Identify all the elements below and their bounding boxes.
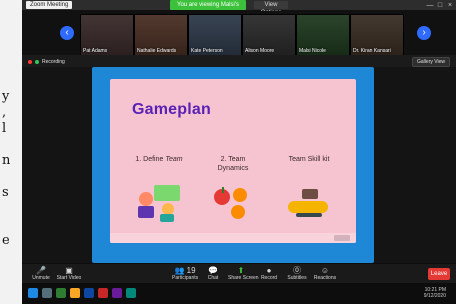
close-icon[interactable]: × bbox=[446, 2, 454, 9]
clock-date: 9/12/2020 bbox=[423, 293, 446, 299]
captions-icon: ⓪ bbox=[293, 266, 301, 275]
window-title: Zoom Meeting bbox=[26, 1, 73, 9]
toolbar-label: Subtitles bbox=[287, 275, 307, 281]
participants-count: 19 bbox=[186, 266, 196, 275]
participant-tile[interactable]: Dr. Kiran Kansari bbox=[350, 14, 404, 56]
toolbar-label: Reactions bbox=[313, 275, 337, 281]
background-document-text: y , l n s e bbox=[0, 0, 22, 304]
reactions-button[interactable]: ☺ Reactions bbox=[312, 266, 338, 282]
participants-button[interactable]: 👥 19 Participants bbox=[172, 266, 198, 282]
slide-footer-control[interactable] bbox=[334, 235, 350, 241]
window-controls: — □ × bbox=[422, 0, 454, 10]
maximize-icon[interactable]: □ bbox=[436, 2, 444, 9]
app-icon[interactable] bbox=[126, 288, 136, 298]
team-dynamics-illustration-icon bbox=[214, 187, 247, 219]
participant-name: Kate Peterson bbox=[191, 48, 223, 54]
record-icon: ● bbox=[266, 266, 272, 275]
participant-tile[interactable]: Nathalie Edwards bbox=[134, 14, 188, 56]
zoom-meeting-window: Zoom Meeting You are viewing Malsi's scr… bbox=[22, 0, 456, 304]
participant-tile[interactable]: Pat Adams bbox=[80, 14, 134, 56]
toolbar-label: Start Video bbox=[56, 275, 82, 281]
background-text-line: n bbox=[2, 153, 11, 168]
browser-icon[interactable] bbox=[84, 288, 94, 298]
team-illustration-icon bbox=[138, 185, 180, 222]
column-text: Dynamics bbox=[217, 165, 249, 172]
presentation-slide: Gameplan 1. Define Team 2. Team Dynamics… bbox=[110, 79, 356, 243]
background-text-line: s bbox=[2, 185, 9, 200]
column-emphasis: Team bbox=[165, 156, 183, 163]
window-titlebar: Zoom Meeting You are viewing Malsi's scr… bbox=[22, 0, 456, 18]
participants-icon: 👥 19 bbox=[174, 266, 196, 275]
share-screen-button[interactable]: ⬆ Share Screen bbox=[228, 266, 259, 282]
previous-page-button[interactable]: ‹ bbox=[60, 26, 74, 40]
minimize-icon[interactable]: — bbox=[426, 2, 434, 9]
next-page-button[interactable]: › bbox=[417, 26, 431, 40]
recording-indicator: Recording bbox=[28, 58, 65, 65]
participant-tile[interactable]: Kate Peterson bbox=[188, 14, 242, 56]
search-icon[interactable] bbox=[42, 288, 52, 298]
recording-dot-icon bbox=[28, 59, 32, 64]
participant-name: Pat Adams bbox=[83, 48, 108, 54]
toolbar-label: Chat bbox=[207, 275, 219, 281]
toolbar-label: Record bbox=[260, 275, 278, 281]
meeting-toolbar: 🎤 Unmute ▣ Start Video 👥 19 Participants… bbox=[22, 263, 456, 284]
file-explorer-icon[interactable] bbox=[70, 288, 80, 298]
reactions-icon: ☺ bbox=[320, 266, 330, 275]
recording-label: Recording bbox=[42, 58, 65, 65]
toolbar-label: Participants bbox=[172, 275, 199, 281]
toolbar-label: Share Screen bbox=[228, 275, 259, 281]
screenshot-page: y , l n s e Zoom Meeting You are viewing… bbox=[0, 0, 456, 304]
background-text-line: l bbox=[2, 121, 7, 136]
chat-button[interactable]: 💬 Chat bbox=[200, 266, 226, 282]
share-icon: ⬆ bbox=[237, 266, 245, 275]
gallery-view-button[interactable]: Gallery View bbox=[412, 57, 450, 67]
participant-tile[interactable]: Malsi Nicole bbox=[296, 14, 350, 56]
view-options-button[interactable]: View Options bbox=[254, 1, 288, 16]
participant-tile[interactable]: Alison Moore bbox=[242, 14, 296, 56]
leave-meeting-button[interactable]: Leave bbox=[428, 268, 450, 280]
app-icon[interactable] bbox=[56, 288, 66, 298]
slide-column-team-skill-kit: Team Skill kit bbox=[270, 155, 348, 164]
app-icon[interactable] bbox=[98, 288, 108, 298]
microphone-icon: 🎤 bbox=[36, 266, 46, 275]
video-icon: ▣ bbox=[65, 266, 73, 275]
toolbar-label: Unmute bbox=[32, 275, 50, 281]
column-text: 1. Define bbox=[135, 156, 166, 163]
participant-name: Nathalie Edwards bbox=[137, 48, 177, 54]
windows-taskbar: 10:21 PM 9/12/2020 bbox=[22, 283, 456, 304]
app-icon[interactable] bbox=[112, 288, 122, 298]
windows-start-icon[interactable] bbox=[28, 288, 38, 298]
background-text-line: e bbox=[2, 233, 10, 248]
chat-icon: 💬 bbox=[208, 266, 218, 275]
participants-strip: ‹ Pat Adams Nathalie Edwards Kate Peters… bbox=[22, 11, 456, 56]
screen-share-banner: You are viewing Malsi's screen bbox=[170, 0, 246, 18]
slide-column-team-dynamics: 2. Team Dynamics bbox=[194, 155, 272, 173]
slide-footer-bar bbox=[110, 233, 356, 243]
start-video-button[interactable]: ▣ Start Video bbox=[56, 266, 82, 282]
status-dot-icon bbox=[35, 59, 39, 64]
unmute-button[interactable]: 🎤 Unmute bbox=[28, 266, 54, 282]
column-text: Team Skill kit bbox=[288, 156, 330, 163]
slide-title: Gameplan bbox=[132, 101, 211, 118]
column-text: 2. Team bbox=[220, 156, 246, 163]
shared-screen: Gameplan 1. Define Team 2. Team Dynamics… bbox=[92, 67, 374, 263]
record-button[interactable]: ● Record bbox=[256, 266, 282, 282]
slide-column-define-team: 1. Define Team bbox=[120, 155, 198, 164]
subtitles-button[interactable]: ⓪ Subtitles bbox=[284, 266, 310, 282]
shared-screen-stage: Gameplan 1. Define Team 2. Team Dynamics… bbox=[22, 67, 456, 263]
participant-name: Malsi Nicole bbox=[299, 48, 326, 54]
participant-name: Alison Moore bbox=[245, 48, 275, 54]
system-tray-clock: 10:21 PM 9/12/2020 bbox=[424, 287, 446, 299]
participant-name: Dr. Kiran Kansari bbox=[353, 48, 391, 54]
meeting-subheader: Recording Gallery View bbox=[22, 55, 456, 67]
skill-kit-illustration-icon bbox=[288, 189, 328, 217]
